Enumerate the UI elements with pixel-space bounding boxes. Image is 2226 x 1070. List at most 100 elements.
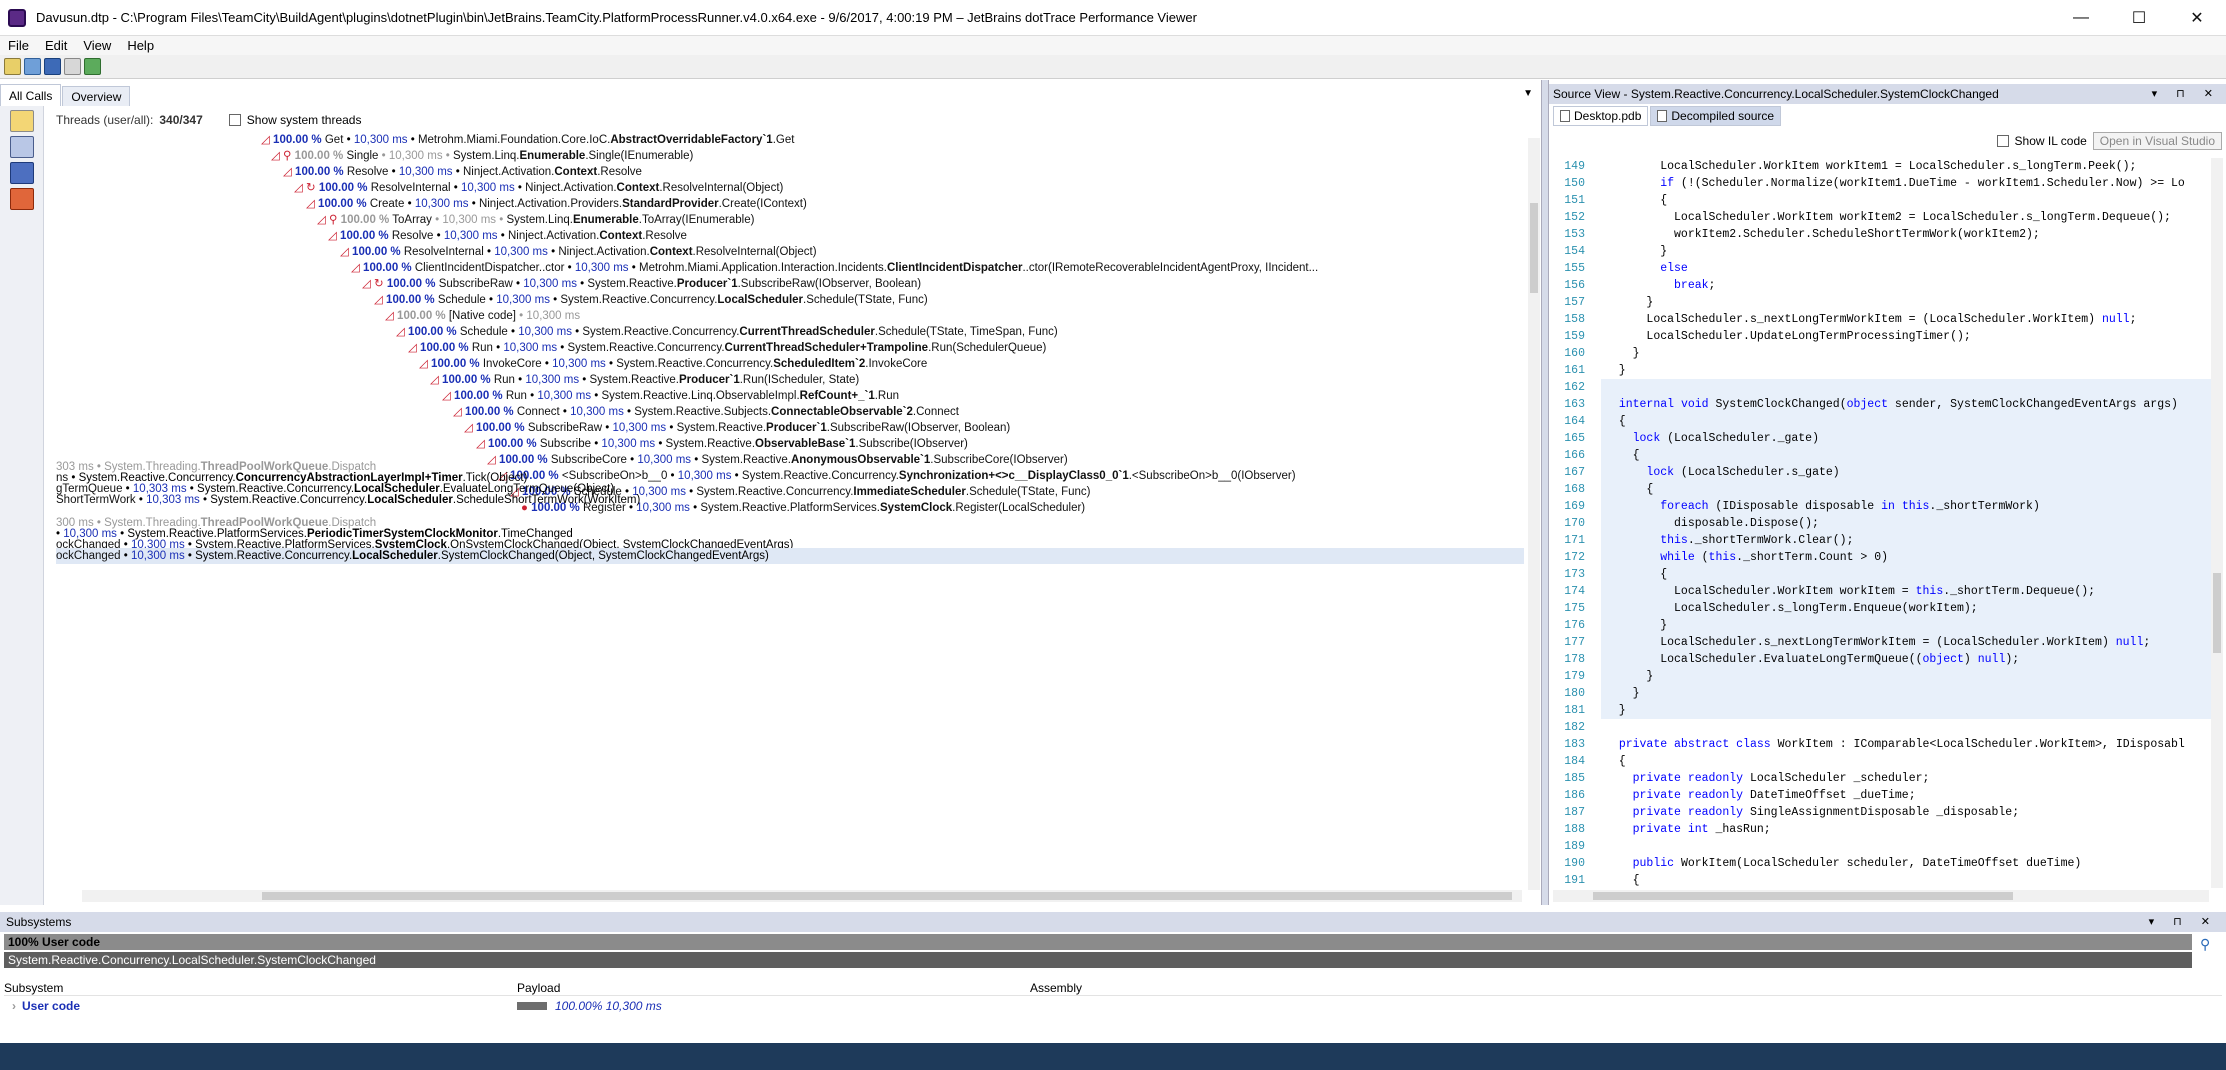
tree-row[interactable]: ◿ ↻ 100.00 % SubscribeRaw • 10,300 ms • … [362,276,921,292]
show-il-checkbox[interactable] [1996,135,2009,147]
tree-row[interactable]: ◿ 100.00 % Create • 10,300 ms • Ninject.… [306,196,807,212]
open-folder-icon[interactable] [4,58,21,75]
tree-row[interactable]: ◿ 100.00 % Get • 10,300 ms • Metrohm.Mia… [261,132,794,148]
open-visual-studio-button[interactable]: Open in Visual Studio [2092,132,2222,150]
tree-row-class: CurrentThreadScheduler+Trampoline [724,342,929,354]
code-text: LocalScheduler.s_nextLongTermWorkItem = … [1646,313,2137,326]
menu-edit[interactable]: Edit [37,38,75,53]
tree-row[interactable]: ◿ 100.00 % <SubscribeOn>b__0 • 10,300 ms… [498,468,1296,484]
user-code-bar[interactable]: 100% User code [4,934,2192,950]
tree-row-expander-icon: ◿ ↻ [362,278,387,290]
tree-row[interactable]: ◿ 100.00 % Run • 10,300 ms • System.Reac… [430,372,859,388]
code-text: LocalScheduler.WorkItem workItem = this.… [1674,585,2096,598]
tab-desktop-pdb[interactable]: Desktop.pdb [1553,106,1649,126]
tree-row[interactable]: ◿ 100.00 % Schedule • 10,300 ms • System… [374,292,928,308]
tree-row-expander-icon: ◿ [430,374,443,386]
tree-row[interactable]: ◿ 100.00 % SubscribeRaw • 10,300 ms • Sy… [464,420,1010,436]
code-line: 176 } [1549,617,2211,634]
tree-row[interactable]: ◿ ⚲ 100.00 % ToArray • 10,300 ms • Syste… [317,212,754,228]
tree-vscroll-thumb[interactable] [1530,203,1538,293]
tree-row[interactable]: ShortTermWork • 10,303 ms • System.React… [56,492,640,508]
tree-row[interactable]: ◿ 100.00 % Schedule • 10,300 ms • System… [396,324,1058,340]
threads-bar: Threads (user/all): 340/347 Show system … [56,110,361,130]
refresh-icon[interactable] [84,58,101,75]
tree-row-percent: 100.00 % [340,230,389,242]
source-view-controls[interactable]: ▾ ⊓ ✕ [2152,87,2221,100]
tree-row-class: Context [649,246,693,258]
tree-row[interactable]: ◿ ↻ 100.00 % ResolveInternal • 10,300 ms… [294,180,783,196]
col-assembly[interactable]: Assembly [1030,980,1530,995]
tree-row[interactable]: ◿ 100.00 % Subscribe • 10,300 ms • Syste… [476,436,968,452]
tree-horizontal-scrollbar[interactable] [82,890,1522,902]
tree-hscroll-thumb[interactable] [262,892,1512,900]
tree-row-method: .Single(IEnumerable) [585,150,694,162]
payload-text: 100.00% 10,300 ms [555,999,662,1013]
show-system-threads-checkbox[interactable] [228,114,241,126]
tree-row[interactable]: ◿ 100.00 % [Native code] • 10,300 ms [385,308,580,324]
save-as-icon[interactable] [44,58,61,75]
tree-row[interactable]: ◿ 100.00 % ClientIncidentDispatcher..cto… [351,260,1318,276]
source-hscroll-thumb[interactable] [1593,892,2013,900]
line-number: 156 [1564,279,1585,292]
pane-menu-icon[interactable]: ▼ [1523,88,1533,99]
call-tree-view-icon[interactable] [10,110,34,132]
tree-row[interactable]: ockChanged • 10,300 ms • System.Reactive… [56,548,769,564]
tree-row-percent: 100.00 % [273,134,322,146]
tab-overview[interactable]: Overview [62,86,131,106]
menu-file[interactable]: File [0,38,37,53]
tree-row-namespace: System.Reactive. [587,278,677,290]
source-vertical-scrollbar[interactable] [2211,158,2223,888]
tree-row-name: ResolveInternal [403,246,484,258]
selected-method-bar[interactable]: System.Reactive.Concurrency.LocalSchedul… [4,952,2192,968]
zoom-icon[interactable]: ⚲ [2200,936,2218,954]
save-icon[interactable] [24,58,41,75]
source-vscroll-thumb[interactable] [2213,573,2221,653]
tree-row-method: .Schedule(TState, Func) [803,294,928,306]
tree-row-class: ScheduledItem`2 [773,358,866,370]
tree-row-method: .Schedule(TState, Func) [965,486,1091,498]
menu-view[interactable]: View [75,38,119,53]
tree-row-expander-icon: ◿ [419,358,432,370]
tree-row[interactable]: ◿ 100.00 % SubscribeCore • 10,300 ms • S… [487,452,1068,468]
tree-row-percent: 100.00 % [294,150,344,162]
tree-row[interactable]: ◿ 100.00 % Connect • 10,300 ms • System.… [453,404,959,420]
tree-row[interactable]: ◿ 100.00 % Resolve • 10,300 ms • Ninject… [328,228,687,244]
tree-row[interactable]: ◿ 100.00 % InvokeCore • 10,300 ms • Syst… [419,356,927,372]
tree-row-percent: 100.00 % [352,246,401,258]
tab-all-calls[interactable]: All Calls [0,84,62,106]
tree-row[interactable]: ◿ 100.00 % Run • 10,300 ms • System.Reac… [442,388,899,404]
subsystems-controls[interactable]: ▾ ⊓ ✕ [2149,915,2218,928]
tree-row[interactable]: ◿ 100.00 % ResolveInternal • 10,300 ms •… [340,244,817,260]
expand-icon[interactable]: › [12,999,16,1013]
tab-decompiled-source[interactable]: Decompiled source [1650,106,1782,126]
close-button[interactable]: ✕ [2168,0,2226,36]
hot-spots-view-icon[interactable] [10,136,34,158]
subsystem-row[interactable]: › User code 100.00% 10,300 ms [4,998,2222,1014]
tree-row-expander-icon: ◿ [340,246,353,258]
threads-label: Threads (user/all): [56,113,154,127]
copy-icon[interactable] [64,58,81,75]
minimize-button[interactable]: — [2052,0,2110,36]
tree-row-method: .ToArray(IEnumerable) [638,214,755,226]
flame-view-icon[interactable] [10,188,34,210]
tree-row-namespace: System.Reactive. [701,454,791,466]
tree-row[interactable]: ◿ 100.00 % Run • 10,300 ms • System.Reac… [408,340,1046,356]
maximize-button[interactable]: ☐ [2110,0,2168,36]
code-line: 175 LocalScheduler.s_longTerm.Enqueue(wo… [1549,600,2211,617]
tree-row-expander-icon: ◿ [396,326,409,338]
tree-row-time: 10,300 ms [552,358,606,370]
tree-row[interactable]: ◿ 100.00 % Resolve • 10,300 ms • Ninject… [283,164,642,180]
tree-row-time: 10,300 ms [461,182,515,194]
code-text: { [1605,568,1668,581]
col-subsystem[interactable]: Subsystem [4,980,517,995]
threads-view-icon[interactable] [10,162,34,184]
source-horizontal-scrollbar[interactable] [1553,890,2209,902]
tree-row-namespace: System.Reactive.Concurrency. [741,470,899,482]
tree-row-class: LocalScheduler [367,494,453,506]
tree-row-namespace: System.Linq. [453,150,520,162]
tree-row[interactable]: ◿ ⚲ 100.00 % Single • 10,300 ms • System… [271,148,693,164]
menu-help[interactable]: Help [119,38,162,53]
code-text: while (this._shortTerm.Count > 0) [1660,551,1889,564]
col-payload[interactable]: Payload [517,980,1030,995]
tree-vertical-scrollbar[interactable] [1528,138,1540,890]
